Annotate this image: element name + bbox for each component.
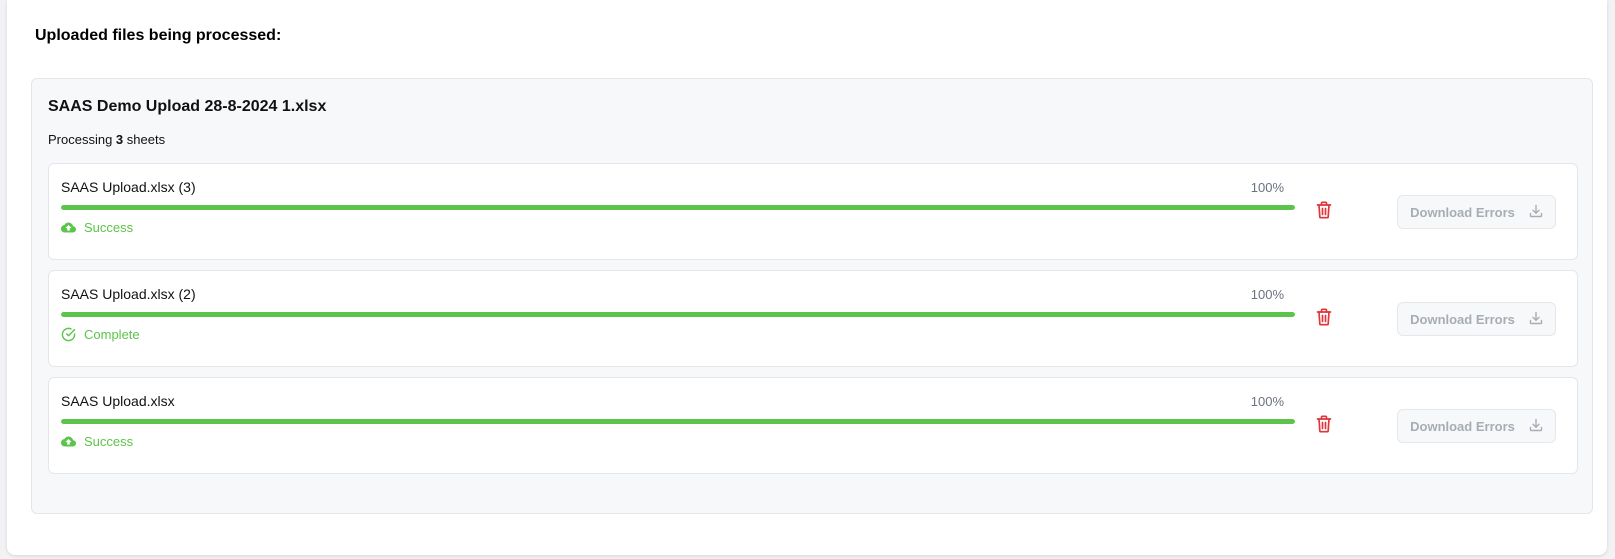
download-errors-label: Download Errors: [1410, 311, 1515, 327]
sheet-name: SAAS Upload.xlsx (2): [61, 286, 196, 302]
sheet-status: Complete: [61, 327, 140, 342]
sheet-progress-bar: [61, 312, 1295, 317]
processing-prefix: Processing: [48, 132, 116, 147]
delete-sheet-button[interactable]: [1314, 200, 1334, 224]
cloud-upload-icon: [61, 434, 76, 449]
download-errors-button[interactable]: Download Errors: [1397, 195, 1556, 229]
trash-icon: [1316, 307, 1332, 331]
upload-panel: Uploaded files being processed: SAAS Dem…: [7, 0, 1607, 555]
upload-file-name: SAAS Demo Upload 28-8-2024 1.xlsx: [48, 98, 327, 115]
download-icon: [1529, 418, 1543, 435]
sheet-progress-percent: 100%: [1250, 180, 1284, 195]
sheet-name: SAAS Upload.xlsx: [61, 393, 175, 409]
sheet-progress-fill: [61, 419, 1295, 424]
download-icon: [1529, 204, 1543, 221]
sheet-progress-bar: [61, 205, 1295, 210]
upload-file-group: SAAS Demo Upload 28-8-2024 1.xlsx Proces…: [31, 78, 1593, 514]
sheet-progress-bar: [61, 419, 1295, 424]
check-circle-icon: [61, 327, 76, 342]
download-icon: [1529, 311, 1543, 328]
sheet-card: SAAS Upload.xlsx (3) 100% Success Downlo…: [48, 163, 1578, 260]
trash-icon: [1316, 414, 1332, 438]
download-errors-label: Download Errors: [1410, 418, 1515, 434]
delete-sheet-button[interactable]: [1314, 414, 1334, 438]
cloud-upload-icon: [61, 220, 76, 235]
download-errors-button[interactable]: Download Errors: [1397, 302, 1556, 336]
delete-sheet-button[interactable]: [1314, 307, 1334, 331]
sheet-status-label: Success: [84, 220, 134, 235]
sheet-name: SAAS Upload.xlsx (3): [61, 179, 196, 195]
sheet-status-label: Complete: [84, 327, 140, 342]
sheet-card: SAAS Upload.xlsx 100% Success Download E…: [48, 377, 1578, 474]
sheet-status: Success: [61, 220, 133, 235]
sheet-progress-percent: 100%: [1250, 287, 1284, 302]
sheet-progress-fill: [61, 312, 1295, 317]
download-errors-label: Download Errors: [1410, 204, 1515, 220]
sheet-progress-percent: 100%: [1250, 394, 1284, 409]
processing-suffix: sheets: [123, 132, 166, 147]
page-title: Uploaded files being processed:: [35, 27, 282, 44]
sheet-card: SAAS Upload.xlsx (2) 100% Complete Downl…: [48, 270, 1578, 367]
sheet-status: Success: [61, 434, 133, 449]
download-errors-button[interactable]: Download Errors: [1397, 409, 1556, 443]
trash-icon: [1316, 200, 1332, 224]
sheet-status-label: Success: [84, 434, 134, 449]
sheet-progress-fill: [61, 205, 1295, 210]
processing-summary: Processing 3 sheets: [48, 132, 165, 147]
